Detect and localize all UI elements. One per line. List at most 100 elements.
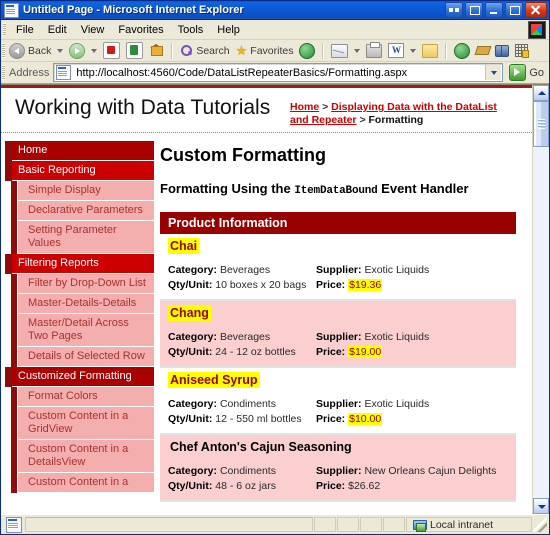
sidebar-item-master-detail-across-two-pages[interactable]: Master/Detail Across Two Pages	[18, 314, 154, 347]
product-row-2: Qty/Unit: 12 - 550 ml bottles Price: $10…	[160, 412, 516, 427]
favorites-star-icon: ★	[235, 43, 248, 58]
minimize-button[interactable]	[485, 2, 503, 18]
close-button[interactable]	[525, 2, 547, 18]
page-favicon-icon	[56, 65, 72, 80]
product-item: Chai Category: Beverages Supplier: Exoti…	[160, 234, 516, 301]
product-qty-value: 10 boxes x 20 bags	[215, 279, 307, 291]
breadcrumb-separator: >	[356, 114, 369, 126]
research-button[interactable]	[493, 45, 511, 57]
menu-item-view[interactable]: View	[74, 23, 112, 37]
sidebar-item-details-of-selected-row[interactable]: Details of Selected Row	[18, 347, 154, 367]
favorites-button[interactable]: ★ Favorites	[234, 44, 296, 57]
forward-button[interactable]	[67, 42, 87, 59]
sidebar-stripe	[11, 274, 17, 367]
mail-button[interactable]	[329, 43, 350, 58]
mail-icon	[331, 43, 349, 58]
product-name: Aniseed Syrup	[160, 372, 516, 388]
address-grip-handle[interactable]	[2, 65, 5, 80]
messenger-button[interactable]	[452, 42, 472, 59]
forward-dropdown-button[interactable]	[89, 48, 99, 53]
product-row-1: Category: Condiments Supplier: New Orlea…	[160, 464, 516, 479]
breadcrumb: Home > Displaying Data with the DataList…	[290, 96, 518, 127]
resize-grip[interactable]	[533, 517, 547, 532]
chevron-down-icon	[410, 48, 417, 53]
print-button[interactable]	[364, 41, 384, 58]
datalist-header: Product Information	[160, 212, 516, 234]
product-name-text: Chai	[168, 238, 200, 254]
address-bar: Address Go	[1, 62, 549, 84]
product-price-cell: Price: $19.36	[316, 278, 508, 293]
sidebar-section-basic-reporting[interactable]: Basic Reporting	[5, 161, 154, 181]
go-button[interactable]: Go	[507, 64, 549, 81]
menu-item-edit[interactable]: Edit	[41, 23, 74, 37]
product-supplier-cell: Supplier: Exotic Liquids	[316, 330, 508, 345]
back-dropdown-button[interactable]	[55, 48, 65, 53]
menu-grip-handle[interactable]	[3, 23, 6, 36]
menu-item-help[interactable]: Help	[210, 23, 247, 37]
toolbar-grip-handle[interactable]	[2, 43, 5, 58]
edit-word-icon: W	[388, 43, 405, 58]
product-price-value: $10.00	[348, 413, 383, 425]
status-segment	[337, 517, 359, 532]
toolbar-separator	[445, 42, 448, 59]
breadcrumb-link-home[interactable]: Home	[290, 101, 319, 113]
stop-button[interactable]	[101, 42, 122, 59]
sidebar-item-setting-parameter-values[interactable]: Setting Parameter Values	[18, 221, 154, 254]
sidebar-section-home[interactable]: Home	[5, 141, 154, 161]
restore-width-button[interactable]	[445, 2, 463, 18]
maximize-button[interactable]	[505, 2, 523, 18]
notes-button[interactable]	[420, 43, 440, 58]
address-dropdown-button[interactable]	[485, 65, 502, 80]
product-item: Chef Anton's Cajun Seasoning Category: C…	[160, 435, 516, 502]
price-label: Price:	[316, 279, 346, 291]
sidebar-section-label: Filtering Reports	[5, 254, 154, 274]
security-zone[interactable]: Local intranet	[406, 517, 532, 532]
supplier-label: Supplier:	[316, 331, 362, 343]
sidebar-nav: Home Basic Reporting Simple Display Decl…	[5, 141, 154, 493]
sidebar-section-filtering-reports[interactable]: Filtering Reports	[5, 254, 154, 274]
sidebar-item-declarative-parameters[interactable]: Declarative Parameters	[18, 201, 154, 221]
sidebar-item-filter-by-drop-down-list[interactable]: Filter by Drop-Down List	[18, 274, 154, 294]
product-item: Aniseed Syrup Category: Condiments Suppl…	[160, 368, 516, 435]
address-input[interactable]	[74, 65, 486, 80]
search-button[interactable]: Search	[178, 44, 231, 57]
vertical-scrollbar[interactable]	[532, 85, 549, 514]
encarta-button[interactable]	[513, 44, 530, 58]
sidebar-item-custom-content-gridview[interactable]: Custom Content in a GridView	[18, 407, 154, 440]
discuss-button[interactable]	[474, 44, 491, 57]
mail-dropdown-button[interactable]	[352, 48, 362, 53]
scrollbar-track[interactable]	[533, 101, 549, 498]
scroll-up-button[interactable]	[533, 85, 549, 101]
history-button[interactable]	[297, 42, 317, 59]
sidebar-item-simple-display[interactable]: Simple Display	[18, 181, 154, 201]
product-name-text: Aniseed Syrup	[168, 372, 260, 388]
product-row-2: Qty/Unit: 48 - 6 oz jars Price: $26.62	[160, 479, 516, 494]
stop-icon	[103, 42, 121, 59]
address-input-wrapper[interactable]	[53, 63, 504, 82]
product-qty-cell: Qty/Unit: 10 boxes x 20 bags	[168, 278, 316, 293]
supplier-label: Supplier:	[316, 398, 362, 410]
sidebar-item-format-colors[interactable]: Format Colors	[18, 387, 154, 407]
sidebar-item-custom-content-partial[interactable]: Custom Content in a	[18, 473, 154, 493]
product-name: Chang	[160, 305, 516, 321]
menu-item-favorites[interactable]: Favorites	[111, 23, 170, 37]
refresh-button[interactable]	[124, 42, 145, 59]
restore-group-button[interactable]	[465, 2, 483, 18]
chevron-down-icon	[354, 48, 361, 53]
scroll-down-button[interactable]	[533, 498, 549, 514]
sidebar-item-master-details-details[interactable]: Master-Details-Details	[18, 294, 154, 314]
chevron-down-icon	[490, 70, 497, 75]
menu-item-tools[interactable]: Tools	[171, 23, 211, 37]
scrollbar-thumb[interactable]	[533, 101, 549, 147]
history-icon	[299, 42, 316, 59]
menu-item-file[interactable]: File	[9, 23, 41, 37]
edit-button[interactable]: W	[386, 43, 406, 58]
back-button[interactable]: Back	[7, 42, 53, 59]
product-name: Chai	[160, 238, 516, 254]
category-label: Category:	[168, 264, 218, 276]
refresh-icon	[126, 42, 144, 59]
edit-dropdown-button[interactable]	[408, 48, 418, 53]
home-button[interactable]	[147, 43, 166, 58]
sidebar-section-customized-formatting[interactable]: Customized Formatting	[5, 367, 154, 387]
sidebar-item-custom-content-detailsview[interactable]: Custom Content in a DetailsView	[18, 440, 154, 473]
